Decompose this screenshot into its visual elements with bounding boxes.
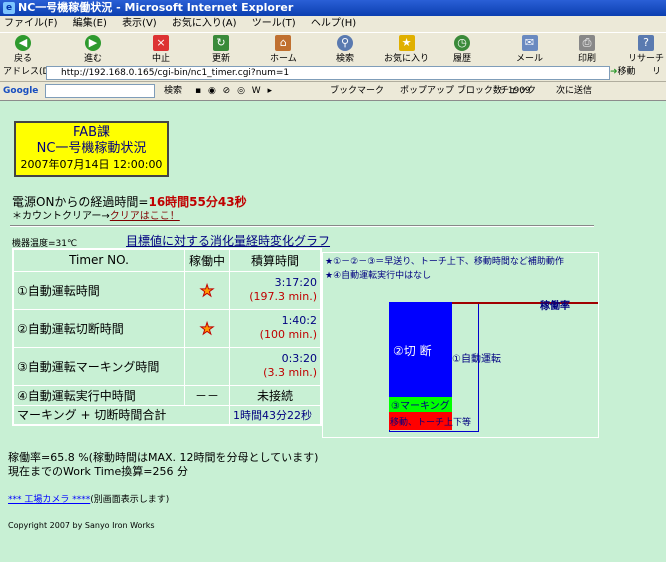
menu-edit[interactable]: 編集(E) <box>73 18 107 29</box>
address-bar: アドレス(D) http://192.168.0.165/cgi-bin/nc1… <box>0 64 666 94</box>
factory-camera-link[interactable]: *** 工場カメラ **** <box>8 495 90 505</box>
address-input[interactable]: http://192.168.0.165/cgi-bin/nc1_timer.c… <box>46 66 610 80</box>
chart-move-bar: 移動、トーチ上下等 <box>389 412 471 430</box>
auto-run-label: ①自動運転 <box>452 354 501 365</box>
chart-marking-bar: ③マーキング <box>389 397 452 412</box>
home-icon: ⌂ <box>275 35 292 51</box>
fab-title: FAB課 <box>72 125 111 140</box>
google-toolbar-icons: ▪ ◉ ⊘ ◎ W ▸ <box>195 86 275 96</box>
favorites-button[interactable]: ★ お気に入り <box>384 35 429 64</box>
header-running: 稼働中 <box>184 248 230 272</box>
table-header-row: Timer NO. 稼働中 積算時間 <box>12 248 322 272</box>
google-search-input[interactable] <box>45 84 155 98</box>
bookmark-button[interactable]: ブックマーク <box>330 82 384 100</box>
running-star-icon: ★ <box>199 280 215 300</box>
ie-icon: e <box>3 2 15 14</box>
menu-favorites[interactable]: お気に入り(A) <box>172 18 237 29</box>
print-button[interactable]: ⎙ 印刷 <box>578 35 596 64</box>
forward-button[interactable]: ▶ 進む <box>84 35 102 64</box>
google-toolbar: Google 検索 ▪ ◉ ⊘ ◎ W ▸ ブックマーク ポップアップ ブロック… <box>0 82 666 101</box>
back-button[interactable]: ◀ 戻る <box>14 35 32 64</box>
header-total: 積算時間 <box>229 248 322 272</box>
menu-view[interactable]: 表示(V) <box>122 18 157 29</box>
menu-help[interactable]: ヘルプ(H) <box>311 18 356 29</box>
mail-icon: ✉ <box>521 35 538 51</box>
menu-tools[interactable]: ツール(T) <box>252 18 296 29</box>
table-total-row: マーキング + 切断時間合計 1時間43分22秒 <box>12 404 322 426</box>
datetime: 2007年07月14日 12:00:00 <box>20 158 163 171</box>
history-icon: ◷ <box>454 35 470 51</box>
toolbar: ◀ 戻る ▶ 進む × 中止 ↻ 更新 ⌂ ホーム ⚲ 検索 ★ お気に入り ◷ 履歴 ✉ メール… <box>0 32 666 66</box>
chart-cut-bar: ②切 断 <box>389 302 452 397</box>
favorites-star-icon: ★ <box>398 35 415 51</box>
history-button[interactable]: ◷ 履歴 <box>453 35 471 64</box>
stop-icon: × <box>153 35 169 51</box>
running-star-icon: ★ <box>199 318 215 338</box>
check-button[interactable]: チェック <box>500 82 536 100</box>
table-row: ②自動運転切断時間 ★ 1:40:2 (100 min.) <box>12 308 322 348</box>
research-icon: ? <box>638 35 654 51</box>
machine-title: NC一号機稼動状況 <box>36 141 147 156</box>
count-clear: ＊カウントクリアー→クリアはここ！ <box>12 211 180 222</box>
address-url: http://192.168.0.165/cgi-bin/nc1_timer.c… <box>61 68 290 78</box>
window-title: NC一号機稼働状況 - Microsoft Internet Explorer <box>18 1 294 14</box>
graph-title: 目標値に対する消化量経時変化グラフ <box>126 234 331 248</box>
header-timer-no: Timer NO. <box>12 248 185 272</box>
back-icon: ◀ <box>15 35 31 51</box>
clear-link[interactable]: クリアはここ！ <box>110 211 180 222</box>
search-button[interactable]: ⚲ 検索 <box>336 35 354 64</box>
google-search-button[interactable]: 検索 <box>164 82 182 100</box>
home-button[interactable]: ⌂ ホーム <box>270 35 297 64</box>
copyright: Copyright 2007 by Sanyo Iron Works <box>8 521 155 530</box>
stop-button[interactable]: × 中止 <box>152 35 170 64</box>
menu-bar: ファイル(F) 編集(E) 表示(V) お気に入り(A) ツール(T) ヘルプ(… <box>0 16 666 32</box>
menu-file[interactable]: ファイル(F) <box>4 18 58 29</box>
google-logo: Google <box>3 86 39 96</box>
operating-rate-label: 稼働率 <box>540 301 570 312</box>
divider <box>10 225 594 227</box>
go-arrow-icon: ➜ <box>610 67 618 77</box>
fab-header-box: FAB課 NC一号機稼動状況 2007年07月14日 12:00:00 <box>14 121 169 177</box>
go-button[interactable]: ➜移動 <box>610 64 636 81</box>
window-titlebar: e NC一号機稼働状況 - Microsoft Internet Explorer <box>0 0 666 16</box>
table-row: ①自動運転時間 ★ 3:17:20 (197.3 min.) <box>12 270 322 310</box>
mail-button[interactable]: ✉ メール <box>516 35 543 64</box>
refresh-button[interactable]: ↻ 更新 <box>212 35 230 64</box>
forward-icon: ▶ <box>85 35 101 51</box>
table-row: ④自動運転実行中時間 －－ 未接続 <box>12 384 322 406</box>
table-row: ③自動運転マーキング時間 0:3:20 (3.3 min.) <box>12 346 322 386</box>
send-to-button[interactable]: 次に送信 <box>556 82 592 100</box>
camera-line: *** 工場カメラ ****(別画面表示します) <box>8 495 170 505</box>
work-time-text: 現在までのWork Time換算=256 分 <box>8 465 188 478</box>
print-icon: ⎙ <box>579 35 595 51</box>
timer-table: Timer NO. 稼働中 積算時間 ①自動運転時間 ★ 3:17:20 (197… <box>12 248 322 426</box>
refresh-icon: ↻ <box>213 35 229 51</box>
research-button[interactable]: ? リサーチ <box>628 35 664 64</box>
search-icon: ⚲ <box>337 35 353 51</box>
operating-rate-line <box>452 302 598 304</box>
